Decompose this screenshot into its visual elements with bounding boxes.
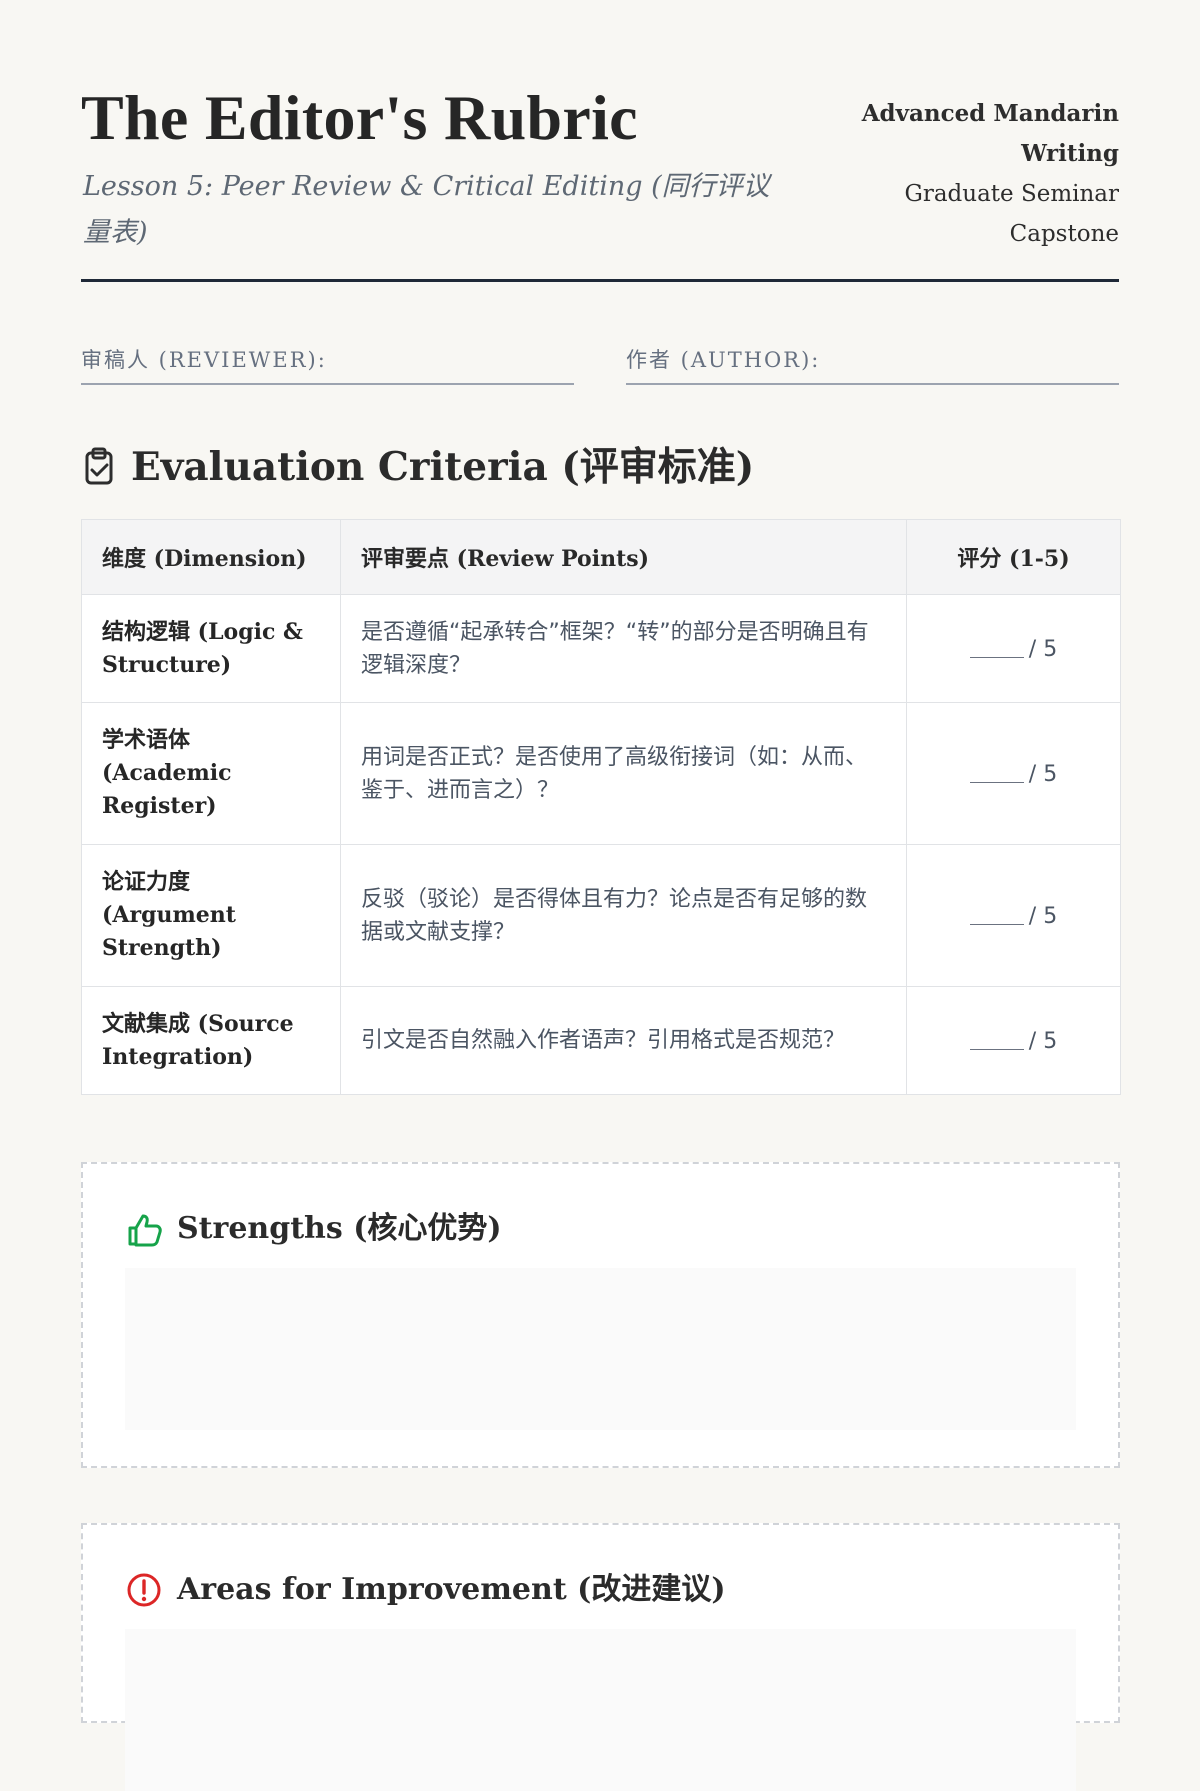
score-cell: / 5 [906, 986, 1121, 1095]
strengths-card: Strengths (核心优势) [81, 1162, 1120, 1468]
author-field-container: 作者 (AUTHOR): [626, 340, 1119, 385]
improvement-textarea[interactable] [125, 1629, 1076, 1791]
table-row: 学术语体 (Academic Register) 用词是否正式？是否使用了高级衔… [81, 702, 1121, 845]
strengths-heading: Strengths (核心优势) [177, 1211, 502, 1246]
score-blank[interactable] [969, 1028, 1024, 1050]
evaluation-section-heading: Evaluation Criteria (评审标准) [81, 440, 754, 494]
dimension-cell: 文献集成 (Source Integration) [81, 986, 341, 1095]
lesson-subtitle: Lesson 5: Peer Review & Critical Editing… [83, 171, 770, 248]
review-points-column-header: 评审要点 (Review Points) [340, 519, 907, 595]
review-point-cell: 是否遵循“起承转合”框架？“转”的部分是否明确且有逻辑深度？ [340, 594, 907, 703]
reviewer-input[interactable] [321, 340, 574, 382]
score-column-header: 评分 (1-5) [906, 519, 1121, 595]
course-meta: Advanced Mandarin Writing Graduate Semin… [829, 94, 1119, 254]
score-cell: / 5 [906, 594, 1121, 703]
dimension-cell: 结构逻辑 (Logic & Structure) [81, 594, 341, 703]
author-label: 作者 (AUTHOR): [626, 348, 821, 372]
course-unit: Capstone [1009, 221, 1119, 247]
course-name: Advanced Mandarin Writing [861, 100, 1119, 167]
improvement-heading: Areas for Improvement (改进建议) [177, 1572, 726, 1607]
editors-rubric-page: The Editor's Rubric Lesson 5: Peer Revie… [0, 0, 1200, 1791]
thumbs-up-icon [128, 1214, 162, 1247]
score-blank[interactable] [969, 636, 1024, 658]
review-point-cell: 引文是否自然融入作者语声？引用格式是否规范？ [340, 986, 907, 1095]
dimension-cell: 论证力度 (Argument Strength) [81, 844, 341, 987]
score-suffix: / 5 [1028, 761, 1058, 787]
review-identification-fields: 审稿人 (REVIEWER): 作者 (AUTHOR): [81, 340, 1119, 386]
score-cell: / 5 [906, 702, 1121, 845]
evaluation-criteria-heading: Evaluation Criteria (评审标准) [131, 444, 755, 490]
strengths-heading-row: Strengths (核心优势) [125, 1208, 502, 1250]
course-level: Graduate Seminar [904, 181, 1119, 207]
page-title: The Editor's Rubric [81, 82, 638, 153]
criteria-table-header-row: 维度 (Dimension) 评审要点 (Review Points) 评分 (… [81, 519, 1121, 595]
table-row: 结构逻辑 (Logic & Structure) 是否遵循“起承转合”框架？“转… [81, 594, 1121, 703]
reviewer-label: 审稿人 (REVIEWER): [81, 348, 327, 372]
score-suffix: / 5 [1028, 903, 1058, 929]
score-blank[interactable] [969, 903, 1024, 925]
dimension-column-header: 维度 (Dimension) [81, 519, 341, 595]
alert-circle-icon [127, 1573, 161, 1607]
areas-for-improvement-card: Areas for Improvement (改进建议) [81, 1523, 1120, 1791]
score-blank[interactable] [969, 761, 1024, 783]
clipboard-check-icon [85, 447, 113, 485]
evaluation-criteria-table: 维度 (Dimension) 评审要点 (Review Points) 评分 (… [81, 519, 1121, 1095]
review-point-cell: 反驳（驳论）是否得体且有力？论点是否有足够的数据或文献支撑？ [340, 844, 907, 987]
table-row: 文献集成 (Source Integration) 引文是否自然融入作者语声？引… [81, 986, 1121, 1095]
score-cell: / 5 [906, 844, 1121, 987]
score-suffix: / 5 [1028, 636, 1058, 662]
reviewer-field-container: 审稿人 (REVIEWER): [81, 340, 574, 385]
improvement-heading-row: Areas for Improvement (改进建议) [125, 1569, 726, 1611]
author-input[interactable] [866, 340, 1119, 382]
score-suffix: / 5 [1028, 1028, 1058, 1054]
review-point-cell: 用词是否正式？是否使用了高级衔接词（如：从而、鉴于、进而言之）？ [340, 702, 907, 845]
table-row: 论证力度 (Argument Strength) 反驳（驳论）是否得体且有力？论… [81, 844, 1121, 987]
strengths-textarea[interactable] [125, 1268, 1076, 1430]
dimension-cell: 学术语体 (Academic Register) [81, 702, 341, 845]
rubric-header: The Editor's Rubric Lesson 5: Peer Revie… [81, 80, 1119, 282]
